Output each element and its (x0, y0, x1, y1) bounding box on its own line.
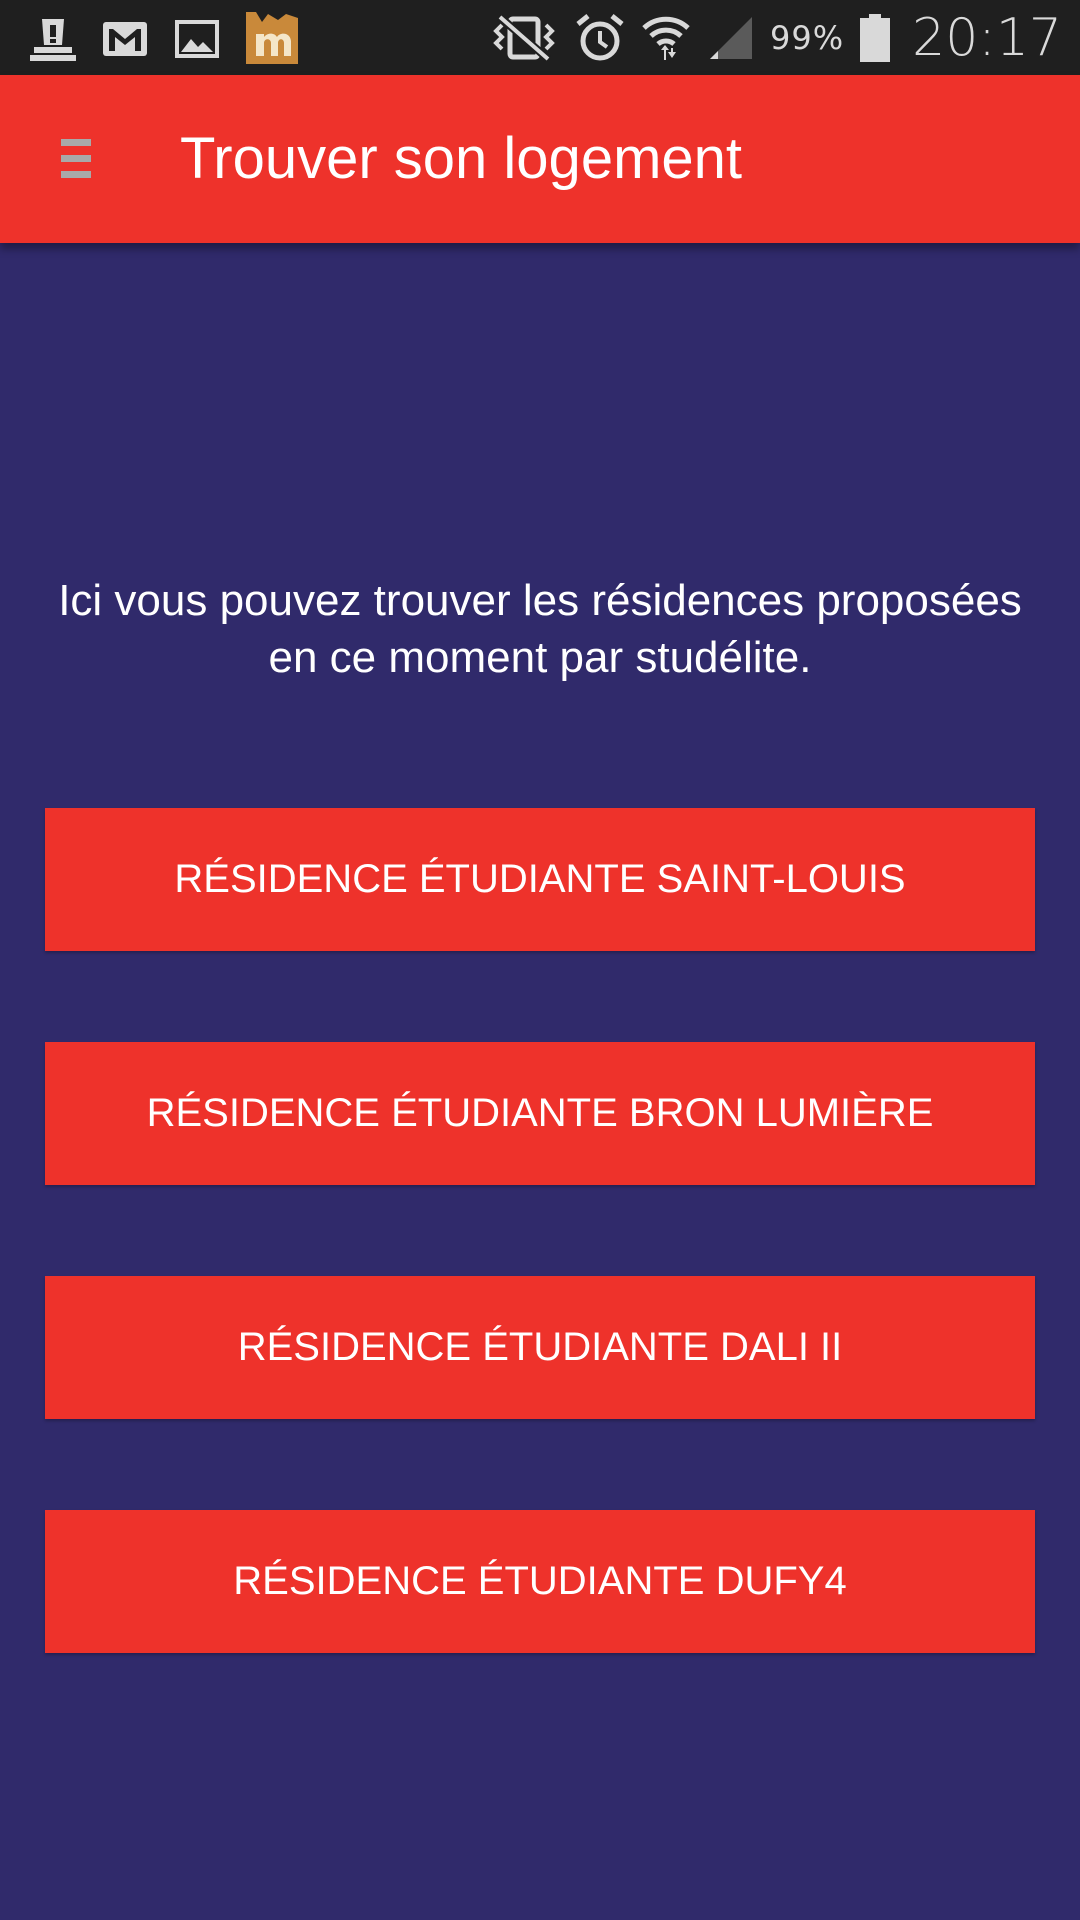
status-clock: 20:17 (912, 7, 1062, 68)
hamburger-menu-icon (61, 139, 91, 178)
notification-icons (28, 8, 300, 68)
gmail-icon (100, 13, 150, 63)
notification-alert-icon (28, 13, 78, 63)
battery-percent: 99% (770, 18, 845, 57)
residence-saint-louis-button[interactable]: RÉSIDENCE ÉTUDIANTE SAINT-LOUIS (45, 808, 1035, 951)
residence-dufy4-button[interactable]: RÉSIDENCE ÉTUDIANTE DUFY4 (45, 1510, 1035, 1653)
vibrate-icon (488, 13, 560, 63)
residence-bron-lumiere-button[interactable]: RÉSIDENCE ÉTUDIANTE BRON LUMIÈRE (45, 1042, 1035, 1185)
signal-icon (706, 13, 756, 63)
status-bar: 99% 20:17 (0, 0, 1080, 75)
intro-line-2: en ce moment par studélite. (268, 633, 812, 682)
battery-icon (858, 12, 892, 64)
system-indicators: 99% 20:17 (488, 0, 1062, 75)
alarm-icon (574, 12, 626, 64)
page-title: Trouver son logement (180, 126, 743, 191)
intro-text: Ici vous pouvez trouver les résidences p… (0, 572, 1080, 686)
gallery-icon (172, 13, 222, 63)
intro-line-1: Ici vous pouvez trouver les résidences p… (58, 576, 1022, 625)
residence-dali-ii-button[interactable]: RÉSIDENCE ÉTUDIANTE DALI II (45, 1276, 1035, 1419)
wifi-icon (640, 12, 692, 64)
menu-button[interactable] (44, 127, 108, 191)
app-bar: Trouver son logement (0, 75, 1080, 243)
m-app-icon (244, 10, 300, 66)
